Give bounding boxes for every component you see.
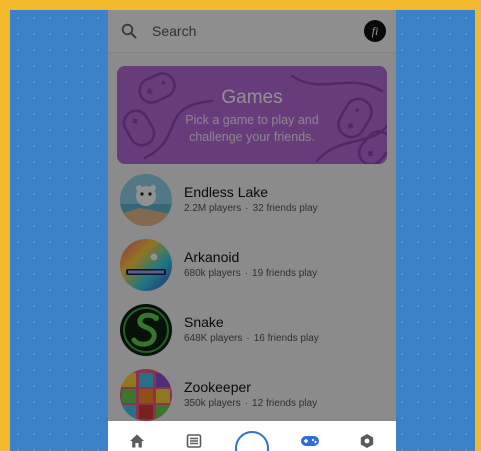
game-row-arkanoid[interactable]: Arkanoid 680k players · 19 friends play: [108, 235, 396, 299]
nav-list-button[interactable]: [174, 423, 214, 451]
gamepad-icon: [300, 436, 319, 446]
game-name: Endless Lake: [184, 184, 269, 200]
game-meta: 2.2M players · 32 friends play: [184, 203, 318, 214]
game-meta: 350k players · 12 friends play: [184, 398, 317, 409]
player-count: 2.2M players: [184, 203, 242, 214]
friends-count: 19 friends play: [252, 268, 318, 279]
list-icon: [187, 434, 202, 448]
hexagon-icon: [360, 434, 374, 448]
friends-count: 12 friends play: [252, 398, 318, 409]
game-row-endless-lake[interactable]: Endless Lake 2.2M players · 32 friends pla…: [108, 170, 396, 234]
nav-center-button[interactable]: [232, 423, 272, 451]
search-bar: fi: [108, 10, 396, 53]
player-count: 648K players: [184, 333, 243, 344]
game-name: Snake: [184, 314, 224, 330]
game-meta: 648K players · 16 friends play: [184, 333, 319, 344]
nav-games-button[interactable]: [290, 423, 330, 451]
games-banner: Games Pick a game to play and challenge …: [117, 66, 387, 164]
arkanoid-thumbnail: [120, 239, 172, 291]
search-field-wrap: [152, 23, 364, 39]
banner-subtitle: Pick a game to play and challenge your f…: [117, 112, 387, 146]
friends-count: 32 friends play: [252, 203, 318, 214]
snake-thumbnail: [120, 304, 172, 356]
game-row-zookeeper[interactable]: Zookeeper 350k players · 12 friends play: [108, 365, 396, 429]
home-icon: [129, 434, 144, 448]
search-icon: [120, 22, 138, 40]
friends-count: 16 friends play: [253, 333, 319, 344]
meta-separator: ·: [245, 203, 249, 214]
endless-lake-thumbnail: [120, 174, 172, 226]
meta-separator: ·: [244, 268, 249, 279]
banner-title: Games: [221, 87, 283, 108]
bottom-nav: [108, 421, 396, 451]
backdrop: fi: [10, 10, 475, 451]
meta-separator: ·: [244, 398, 249, 409]
player-count: 680k players: [184, 268, 241, 279]
game-name: Zookeeper: [184, 379, 251, 395]
game-name: Arkanoid: [184, 249, 240, 265]
player-count: 350k players: [184, 398, 241, 409]
banner-subtitle-line: Pick a game to play and: [185, 113, 319, 127]
nav-more-button[interactable]: [347, 423, 387, 451]
banner-subtitle-line: challenge your friends.: [189, 130, 315, 144]
profile-avatar[interactable]: fi: [364, 20, 386, 42]
ring-icon: [234, 431, 269, 451]
game-meta: 680k players · 19 friends play: [184, 268, 317, 279]
game-row-snake[interactable]: Snake 648K players · 16 friends play: [108, 300, 396, 364]
nav-home-button[interactable]: [117, 423, 157, 451]
zookeeper-thumbnail: [120, 369, 172, 421]
phone-screen: fi: [108, 10, 396, 451]
search-input[interactable]: [152, 23, 322, 39]
meta-separator: ·: [246, 333, 250, 344]
